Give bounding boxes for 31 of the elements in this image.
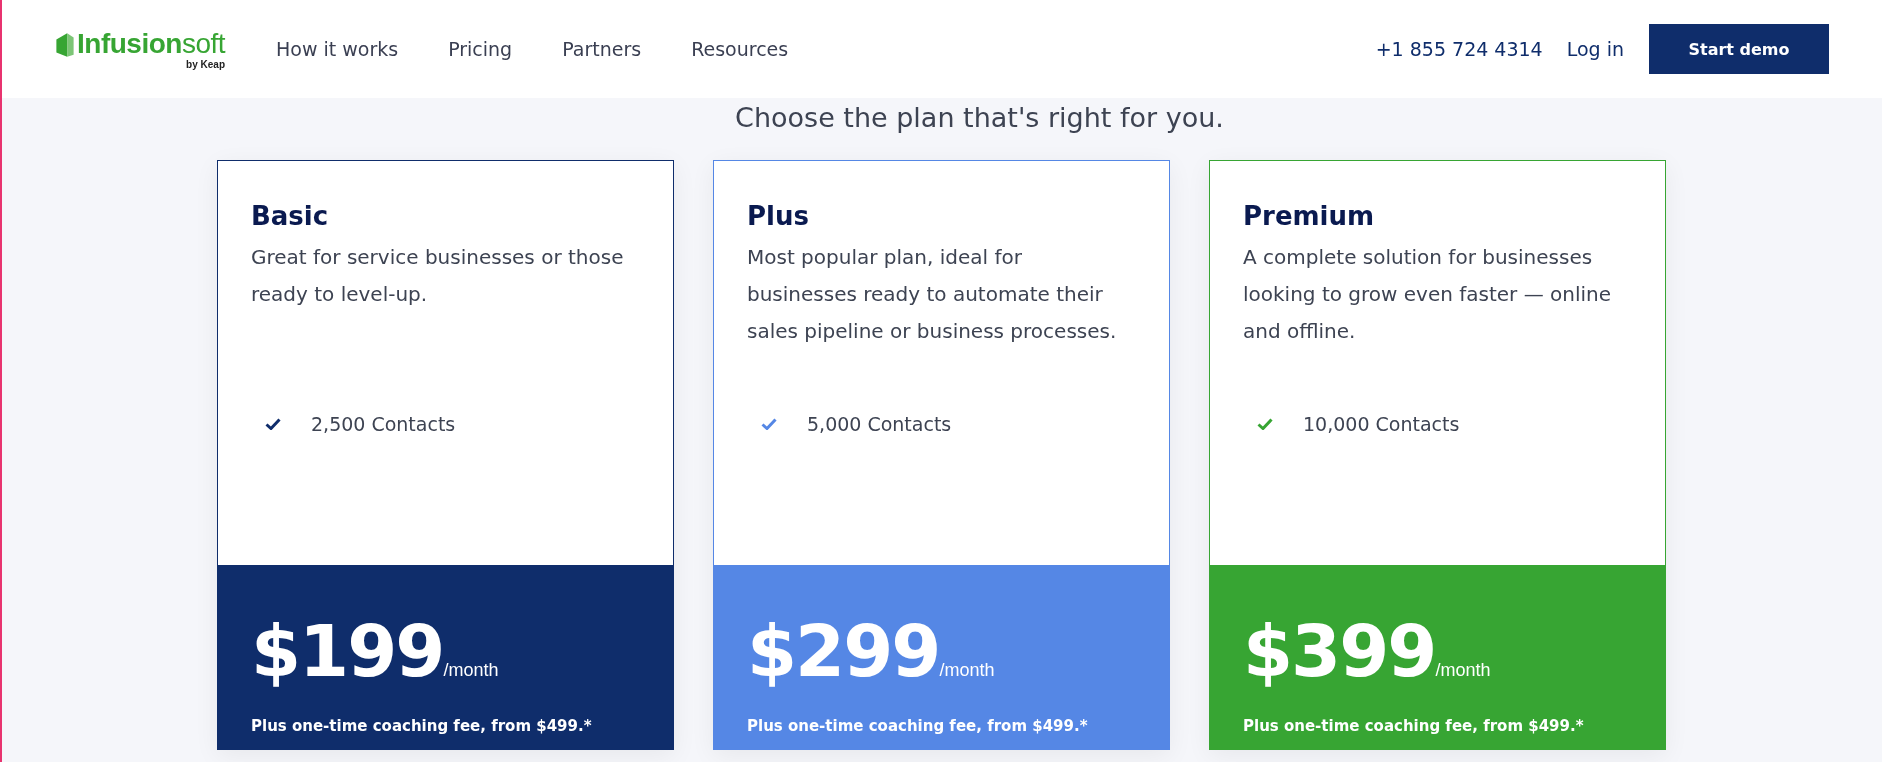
price-period: /month bbox=[1435, 660, 1491, 680]
fee-note: Plus one-time coaching fee, from $499.* bbox=[1243, 717, 1585, 735]
fee-note: Plus one-time coaching fee, from $499.* bbox=[251, 717, 593, 735]
check-icon bbox=[265, 418, 281, 430]
plan-name: Plus bbox=[747, 201, 810, 231]
feature-text: 10,000 Contacts bbox=[1303, 413, 1460, 435]
plan-name: Basic bbox=[251, 201, 330, 231]
price: $399 bbox=[1243, 615, 1436, 687]
login-link[interactable]: Log in bbox=[1566, 38, 1624, 60]
plan-name: Premium bbox=[1243, 201, 1376, 231]
price-period: /month bbox=[443, 660, 499, 680]
fee-note: Plus one-time coaching fee, from $499.* bbox=[747, 717, 1089, 735]
feature-text: 2,500 Contacts bbox=[311, 413, 456, 435]
price: $299 bbox=[747, 615, 940, 687]
start-demo-button[interactable]: Start demo bbox=[1649, 24, 1829, 74]
nav-link[interactable]: Partners bbox=[562, 38, 642, 60]
page-heading: Choose the plan that's right for you. bbox=[735, 101, 1224, 135]
nav-link[interactable]: How it works bbox=[276, 38, 399, 60]
check-icon bbox=[761, 418, 777, 430]
plan-description: Great for service businesses or those ready to level-up. bbox=[251, 244, 625, 308]
plan-description: Most popular plan, ideal for businesses ready to automate their sales pipeline or business processes. bbox=[747, 244, 1118, 345]
nav-link[interactable]: Pricing bbox=[448, 38, 513, 60]
phone-link[interactable]: +1 855 724 4314 bbox=[1375, 38, 1543, 60]
feature-text: 5,000 Contacts bbox=[807, 413, 952, 435]
price-period: /month bbox=[939, 660, 995, 680]
logo-icon bbox=[54, 30, 76, 59]
logo-tagline: by Keap bbox=[186, 58, 225, 70]
plan-description: A complete solution for businesses looking to grow even faster — online and offline. bbox=[1243, 244, 1613, 345]
check-icon bbox=[1257, 418, 1273, 430]
price: $199 bbox=[251, 615, 444, 687]
nav-link[interactable]: Resources bbox=[691, 38, 789, 60]
